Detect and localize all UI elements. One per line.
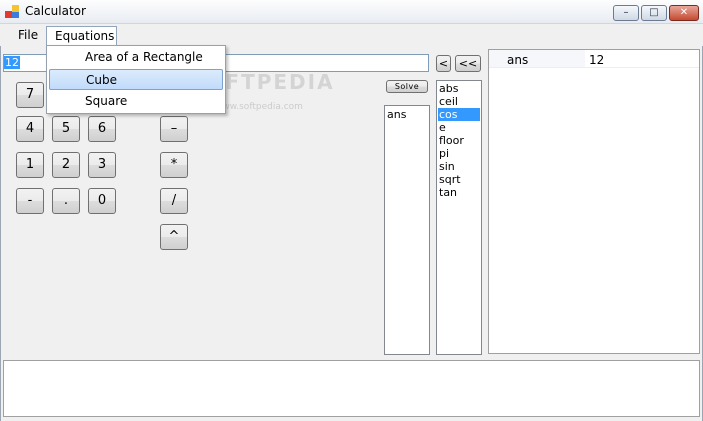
function-item-e[interactable]: e <box>438 121 480 134</box>
key-negate[interactable]: - <box>16 188 44 214</box>
function-item-cos[interactable]: cos <box>438 108 480 121</box>
watermark-url: www.softpedia.com <box>215 102 303 112</box>
maximize-button[interactable]: □ <box>641 5 667 21</box>
function-item-floor[interactable]: floor <box>438 134 480 147</box>
key-7[interactable]: 7 <box>16 82 44 108</box>
menu-item-cube[interactable]: Cube <box>49 69 223 90</box>
back-button[interactable]: < <box>436 55 451 72</box>
key-power[interactable]: ^ <box>160 224 188 250</box>
minimize-button[interactable]: – <box>613 5 639 21</box>
title-bar <box>0 0 703 24</box>
function-item-abs[interactable]: abs <box>438 82 480 95</box>
output-area[interactable] <box>3 360 700 417</box>
key-6[interactable]: 6 <box>88 116 116 142</box>
back-all-button[interactable]: << <box>455 55 481 72</box>
equations-dropdown: Area of a Rectangle Cube Square <box>46 45 226 114</box>
vars-value: 12 <box>589 53 605 67</box>
function-item-sin[interactable]: sin <box>438 160 480 173</box>
key-5[interactable]: 5 <box>52 116 80 142</box>
vars-name: ans <box>507 53 529 67</box>
key-decimal[interactable]: . <box>52 188 80 214</box>
function-item-pi[interactable]: pi <box>438 147 480 160</box>
menu-equations[interactable]: Equations <box>46 26 117 46</box>
key-4[interactable]: 4 <box>16 116 44 142</box>
key-minus[interactable]: – <box>160 116 188 142</box>
close-button[interactable]: ✕ <box>669 5 699 21</box>
function-item-sqrt[interactable]: sqrt <box>438 173 480 186</box>
window-title: Calculator <box>25 4 86 18</box>
key-3[interactable]: 3 <box>88 152 116 178</box>
expression-value: 12 <box>4 56 20 69</box>
key-multiply[interactable]: * <box>160 152 188 178</box>
app-icon <box>5 5 19 18</box>
variables-list[interactable] <box>384 105 430 355</box>
key-0[interactable]: 0 <box>88 188 116 214</box>
variables-list-item[interactable]: ans <box>386 108 406 121</box>
key-1[interactable]: 1 <box>16 152 44 178</box>
menu-file[interactable]: File <box>10 26 46 46</box>
solve-button[interactable]: Solve <box>386 80 428 93</box>
menu-item-square[interactable]: Square <box>49 91 223 112</box>
menu-item-area-of-rectangle[interactable]: Area of a Rectangle <box>49 47 223 68</box>
function-item-ceil[interactable]: ceil <box>438 95 480 108</box>
variables-panel <box>488 49 700 354</box>
key-2[interactable]: 2 <box>52 152 80 178</box>
function-item-tan[interactable]: tan <box>438 186 480 199</box>
key-divide[interactable]: / <box>160 188 188 214</box>
